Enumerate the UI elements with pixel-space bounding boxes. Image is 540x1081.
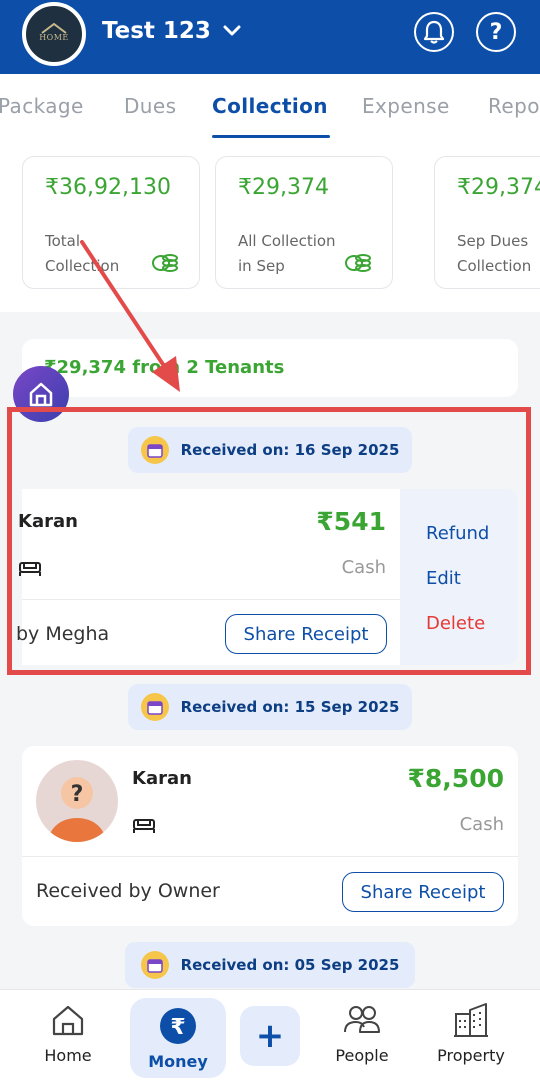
calendar-icon bbox=[140, 693, 169, 721]
collection-summary: ₹29,374 from 2 Tenants bbox=[22, 339, 518, 397]
summary-text: ₹29,374 from 2 Tenants bbox=[44, 357, 285, 378]
tab-dues[interactable]: Dues bbox=[124, 94, 176, 118]
amount: ₹8,500 bbox=[407, 764, 504, 793]
stat-value: ₹29,374 bbox=[238, 175, 329, 200]
nav-money[interactable]: ₹ Money bbox=[130, 998, 226, 1078]
tenant-avatar: ? bbox=[36, 760, 118, 842]
notifications-button[interactable] bbox=[414, 12, 454, 52]
date-header: Received on: 05 Sep 2025 bbox=[125, 942, 415, 988]
nav-label: Money bbox=[148, 1051, 208, 1071]
svg-text:?: ? bbox=[71, 782, 84, 807]
tab-reports[interactable]: Repo bbox=[488, 94, 540, 118]
stat-label: All Collection in Sep bbox=[238, 232, 336, 275]
section-tabs: Package Dues Collection Expense Repo bbox=[0, 74, 540, 138]
bottom-navigation: Home ₹ Money + People Property bbox=[0, 989, 540, 1081]
org-logo[interactable]: HOME bbox=[22, 2, 86, 66]
date-label: Received on: 05 Sep 2025 bbox=[180, 956, 400, 974]
coins-icon bbox=[152, 254, 178, 272]
question-avatar-icon: ? bbox=[49, 777, 105, 842]
svg-text:₹: ₹ bbox=[170, 1015, 185, 1040]
stat-card-sep-dues[interactable]: ₹29,374 Sep Dues Collection bbox=[434, 156, 540, 289]
home-icon bbox=[48, 1000, 88, 1040]
divider bbox=[22, 856, 518, 857]
collection-entry[interactable]: ? Karan ₹8,500 Cash Received by Owner Sh… bbox=[22, 746, 518, 926]
stat-label: Sep Dues Collection bbox=[457, 232, 532, 275]
share-receipt-button[interactable]: Share Receipt bbox=[342, 872, 504, 912]
chevron-down-icon bbox=[223, 25, 241, 36]
received-by: Received by Owner bbox=[36, 880, 220, 902]
plus-icon: + bbox=[255, 1016, 285, 1056]
coins-icon bbox=[345, 254, 371, 272]
add-button[interactable]: + bbox=[240, 1006, 300, 1066]
logo-text: HOME bbox=[39, 33, 69, 42]
nav-label: People bbox=[335, 1046, 389, 1065]
nav-home[interactable]: Home bbox=[28, 1000, 108, 1072]
nav-property[interactable]: Property bbox=[428, 1000, 514, 1072]
calendar-icon bbox=[140, 951, 169, 979]
nav-label: Home bbox=[44, 1046, 92, 1065]
nav-people[interactable]: People bbox=[322, 1000, 402, 1072]
rupee-icon: ₹ bbox=[158, 1006, 198, 1046]
stat-label: Total Collection bbox=[45, 232, 120, 275]
date-header: Received on: 15 Sep 2025 bbox=[128, 684, 412, 730]
org-name: Test 123 bbox=[102, 18, 211, 44]
bed-icon bbox=[133, 819, 155, 833]
stat-card-sep-collection[interactable]: ₹29,374 All Collection in Sep bbox=[215, 156, 393, 289]
stat-value: ₹36,92,130 bbox=[45, 175, 171, 200]
tab-expense[interactable]: Expense bbox=[362, 94, 450, 118]
people-icon bbox=[342, 1000, 382, 1040]
stats-carousel[interactable]: ₹36,92,130 Total Collection ₹29,374 All … bbox=[0, 138, 540, 312]
payment-mode: Cash bbox=[459, 814, 504, 835]
stat-value: ₹29,374 bbox=[457, 175, 540, 200]
home-outline-icon bbox=[29, 382, 53, 407]
tenant-name: Karan bbox=[132, 768, 192, 789]
org-selector[interactable]: Test 123 bbox=[102, 18, 241, 44]
nav-label: Property bbox=[437, 1046, 505, 1065]
app-header: HOME Test 123 ? bbox=[0, 0, 540, 74]
help-icon: ? bbox=[489, 19, 503, 45]
stat-card-total-collection[interactable]: ₹36,92,130 Total Collection bbox=[22, 156, 200, 289]
building-icon bbox=[451, 1000, 491, 1040]
help-button[interactable]: ? bbox=[476, 12, 516, 52]
tab-collection[interactable]: Collection bbox=[212, 94, 328, 118]
annotation-highlight-box bbox=[7, 407, 531, 675]
date-label: Received on: 15 Sep 2025 bbox=[180, 698, 400, 716]
tab-package[interactable]: Package bbox=[0, 94, 84, 118]
bell-icon bbox=[423, 20, 445, 44]
